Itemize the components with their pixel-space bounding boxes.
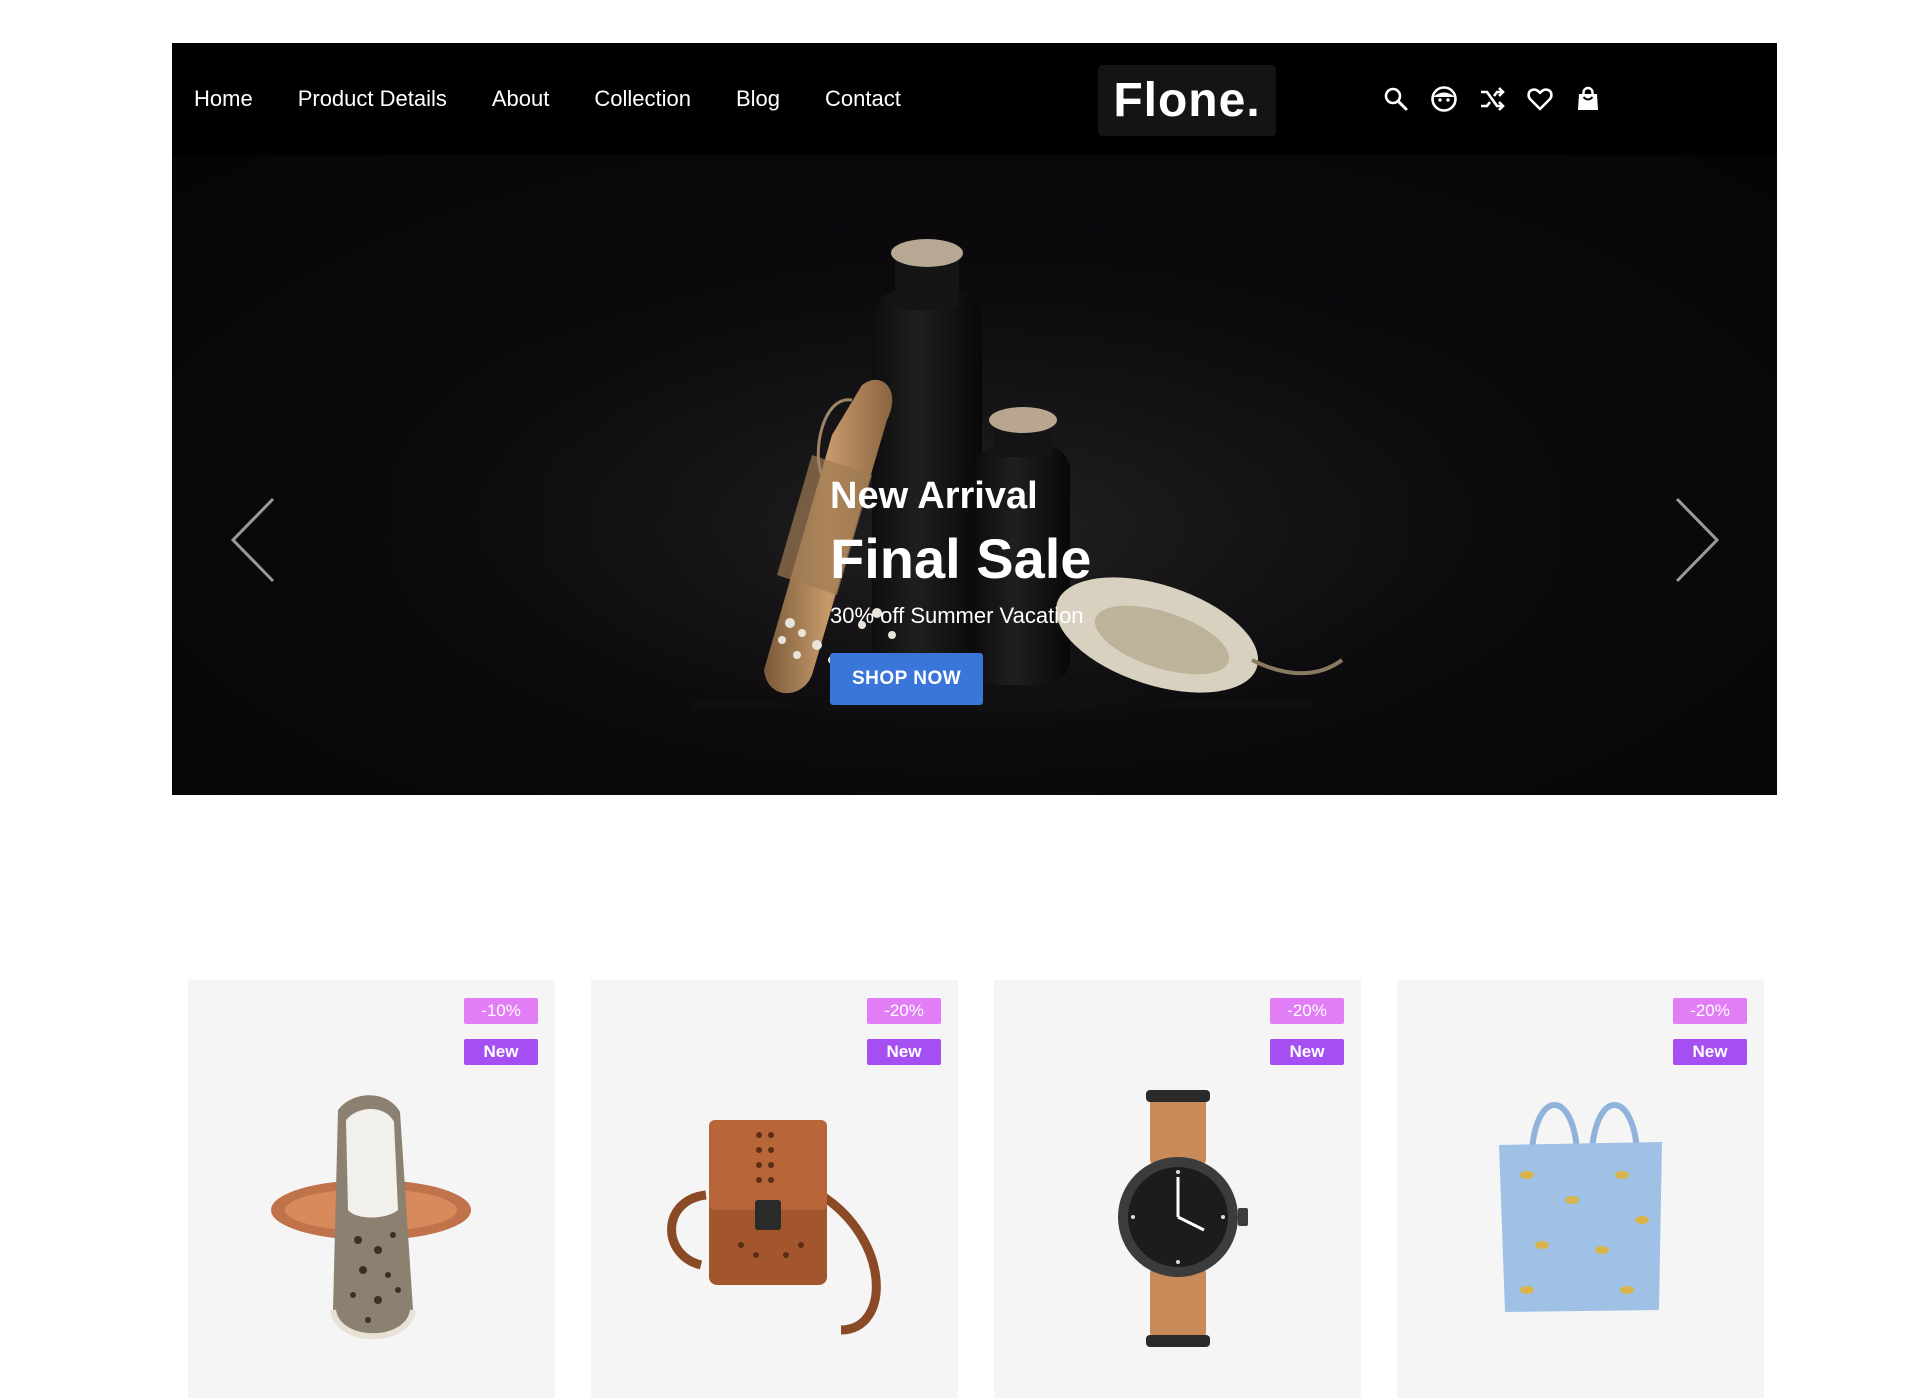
new-badge: New — [464, 1039, 538, 1065]
shuffle-compare-icon[interactable] — [1478, 85, 1506, 113]
shop-now-button[interactable]: SHOP NOW — [830, 653, 984, 705]
new-badge: New — [867, 1039, 941, 1065]
hero-description: 30% off Summer Vacation — [830, 603, 1084, 628]
product-card[interactable]: -20% New — [1397, 980, 1764, 1398]
nav-home[interactable]: Home — [194, 86, 253, 112]
account-icon[interactable] — [1430, 85, 1458, 113]
product-image-tote — [1499, 1102, 1662, 1312]
product-grid: -10% New -20% New -20% New -20% New — [188, 980, 1764, 1398]
search-icon[interactable] — [1382, 85, 1410, 113]
hero-text: New Arrival Final Sale 30% off Summer Va… — [830, 475, 1091, 705]
new-badge: New — [1270, 1039, 1344, 1065]
product-image-shoe — [271, 1095, 471, 1340]
new-badge: New — [1673, 1039, 1747, 1065]
heart-wishlist-icon[interactable] — [1526, 85, 1554, 113]
nav-collection[interactable]: Collection — [594, 86, 691, 112]
discount-badge: -20% — [867, 998, 941, 1024]
nav-contact[interactable]: Contact — [825, 86, 901, 112]
hero-subtitle: New Arrival — [830, 475, 1038, 517]
logo[interactable]: Flone. — [1098, 65, 1276, 136]
nav-about[interactable]: About — [492, 86, 550, 112]
slider-prev-arrow[interactable] — [227, 495, 283, 585]
product-image-watch — [1118, 1090, 1248, 1347]
nav-product-details[interactable]: Product Details — [298, 86, 447, 112]
shopping-bag-icon[interactable] — [1574, 85, 1602, 113]
product-card[interactable]: -20% New — [591, 980, 958, 1398]
main-nav: Home Product Details About Collection Bl… — [194, 43, 901, 155]
product-image-bag — [667, 1120, 881, 1335]
product-card[interactable]: -20% New — [994, 980, 1361, 1398]
nav-blog[interactable]: Blog — [736, 86, 780, 112]
discount-badge: -20% — [1673, 998, 1747, 1024]
product-card[interactable]: -10% New — [188, 980, 555, 1398]
discount-badge: -20% — [1270, 998, 1344, 1024]
hero-title: Final Sale — [830, 527, 1092, 590]
discount-badge: -10% — [464, 998, 538, 1024]
slider-next-arrow[interactable] — [1667, 495, 1723, 585]
site-header: Home Product Details About Collection Bl… — [172, 43, 1777, 155]
header-icons — [1382, 43, 1602, 155]
hero-slider: New Arrival Final Sale 30% off Summer Va… — [172, 155, 1777, 795]
